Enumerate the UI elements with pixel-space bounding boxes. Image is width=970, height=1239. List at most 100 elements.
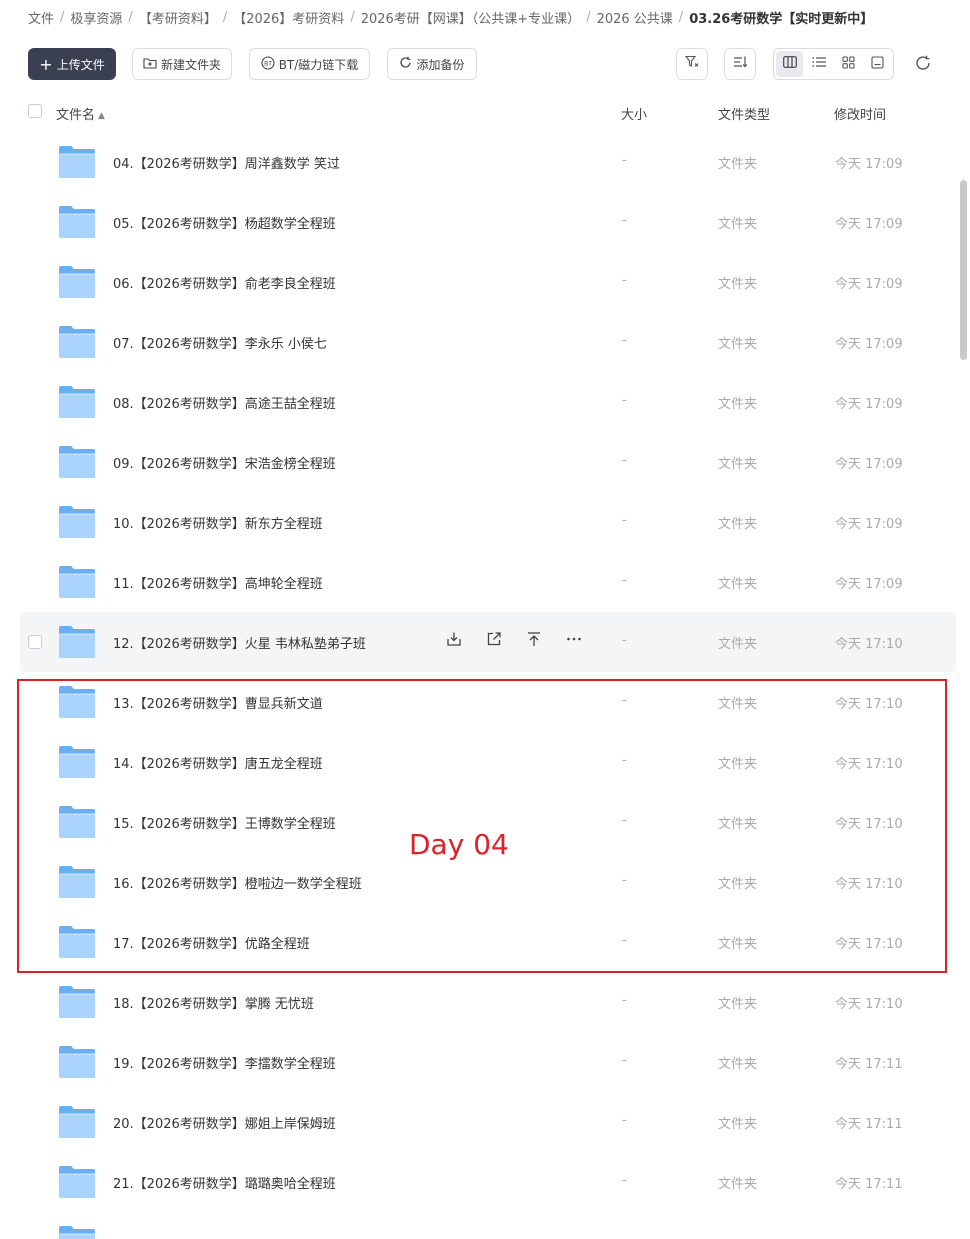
folder-icon bbox=[58, 865, 96, 899]
table-row[interactable]: 17.【2026考研数学】优路全程班 - 文件夹 今天 17:10 bbox=[20, 912, 956, 972]
table-row[interactable]: 19.【2026考研数学】李擂数学全程班 - 文件夹 今天 17:11 bbox=[20, 1032, 956, 1092]
file-size: - bbox=[622, 513, 627, 528]
file-type: 文件夹 bbox=[718, 577, 758, 592]
column-header-size[interactable]: 大小 bbox=[621, 104, 647, 123]
file-name[interactable]: 07.【2026考研数学】李永乐 小侯七 bbox=[113, 333, 327, 352]
vertical-scrollbar[interactable] bbox=[960, 180, 967, 360]
file-size: - bbox=[622, 873, 627, 888]
refresh-button[interactable] bbox=[910, 52, 936, 78]
file-name[interactable]: 05.【2026考研数学】杨超数学全程班 bbox=[113, 213, 336, 232]
file-name[interactable]: 13.【2026考研数学】曹显兵新文道 bbox=[113, 693, 323, 712]
column-view-button[interactable] bbox=[776, 51, 804, 77]
file-name[interactable]: 14.【2026考研数学】唐五龙全程班 bbox=[113, 753, 323, 772]
table-row[interactable]: 09.【2026考研数学】宋浩金榜全程班 - 文件夹 今天 17:09 bbox=[20, 432, 956, 492]
upload-button[interactable]: + 上传文件 bbox=[28, 48, 116, 80]
filter-button[interactable] bbox=[676, 48, 708, 80]
file-mtime: 今天 17:10 bbox=[835, 757, 903, 772]
annotation-label: Day 04 bbox=[409, 828, 509, 861]
row-checkbox[interactable] bbox=[28, 635, 42, 649]
table-row[interactable]: 21.【2026考研数学】璐璐奥哈全程班 - 文件夹 今天 17:11 bbox=[20, 1152, 956, 1212]
preview-view-icon bbox=[871, 55, 884, 73]
sort-button[interactable] bbox=[724, 48, 756, 80]
more-icon bbox=[566, 631, 582, 651]
table-row[interactable]: 11.【2026考研数学】高坤轮全程班 - 文件夹 今天 17:09 bbox=[20, 552, 956, 612]
file-type: 文件夹 bbox=[718, 457, 758, 472]
table-row-partial[interactable] bbox=[20, 1212, 956, 1239]
bt-magnet-download-button[interactable]: BT BT/磁力链下载 bbox=[249, 48, 370, 80]
breadcrumb-item-jixiang[interactable]: 极享资源 bbox=[70, 8, 122, 27]
grid-view-button[interactable] bbox=[835, 51, 862, 77]
file-name[interactable]: 18.【2026考研数学】掌腾 无忧班 bbox=[113, 993, 314, 1012]
file-mtime: 今天 17:09 bbox=[835, 337, 903, 352]
file-name[interactable]: 11.【2026考研数学】高坤轮全程班 bbox=[113, 573, 323, 592]
table-row[interactable]: 06.【2026考研数学】俞老李良全程班 - 文件夹 今天 17:09 bbox=[20, 252, 956, 312]
file-mtime: 今天 17:09 bbox=[835, 457, 903, 472]
file-name[interactable]: 06.【2026考研数学】俞老李良全程班 bbox=[113, 273, 336, 292]
new-folder-button[interactable]: 新建文件夹 bbox=[132, 48, 232, 80]
file-mtime: 今天 17:09 bbox=[835, 577, 903, 592]
file-name[interactable]: 10.【2026考研数学】新东方全程班 bbox=[113, 513, 323, 532]
file-size: - bbox=[622, 1113, 627, 1128]
file-name[interactable]: 16.【2026考研数学】橙啦边一数学全程班 bbox=[113, 873, 362, 892]
file-name[interactable]: 19.【2026考研数学】李擂数学全程班 bbox=[113, 1053, 336, 1072]
breadcrumb-item-wangke[interactable]: 2026考研【网课】（公共课+专业课） bbox=[361, 8, 580, 27]
file-mtime: 今天 17:10 bbox=[835, 637, 903, 652]
folder-icon bbox=[58, 1105, 96, 1139]
table-row[interactable]: 18.【2026考研数学】掌腾 无忧班 - 文件夹 今天 17:10 bbox=[20, 972, 956, 1032]
table-row[interactable]: 05.【2026考研数学】杨超数学全程班 - 文件夹 今天 17:09 bbox=[20, 192, 956, 252]
select-all-checkbox[interactable] bbox=[28, 104, 42, 118]
pin-top-button[interactable] bbox=[524, 631, 544, 651]
list-view-button[interactable] bbox=[805, 51, 832, 77]
file-mtime: 今天 17:09 bbox=[835, 157, 903, 172]
file-mtime: 今天 17:09 bbox=[835, 517, 903, 532]
file-name[interactable]: 12.【2026考研数学】火星 韦林私塾弟子班 bbox=[113, 633, 366, 652]
file-type: 文件夹 bbox=[718, 1117, 758, 1132]
file-size: - bbox=[622, 333, 627, 348]
table-row[interactable]: 16.【2026考研数学】橙啦边一数学全程班 - 文件夹 今天 17:10 bbox=[20, 852, 956, 912]
file-size: - bbox=[622, 153, 627, 168]
table-row[interactable]: 04.【2026考研数学】周洋鑫数学 笑过 - 文件夹 今天 17:09 bbox=[20, 132, 956, 192]
table-row[interactable]: 13.【2026考研数学】曹显兵新文道 - 文件夹 今天 17:10 bbox=[20, 672, 956, 732]
table-row[interactable]: 07.【2026考研数学】李永乐 小侯七 - 文件夹 今天 17:09 bbox=[20, 312, 956, 372]
file-type: 文件夹 bbox=[718, 997, 758, 1012]
filter-icon bbox=[684, 55, 699, 73]
table-row[interactable]: 20.【2026考研数学】娜姐上岸保姆班 - 文件夹 今天 17:11 bbox=[20, 1092, 956, 1152]
breadcrumb-item-gonggongke[interactable]: 2026 公共课 bbox=[597, 8, 673, 27]
file-size: - bbox=[622, 933, 627, 948]
file-name[interactable]: 09.【2026考研数学】宋浩金榜全程班 bbox=[113, 453, 336, 472]
breadcrumb-item-2026-ziliao[interactable]: 【2026】考研资料 bbox=[233, 8, 344, 27]
column-header-type[interactable]: 文件类型 bbox=[718, 104, 770, 123]
preview-view-button[interactable] bbox=[864, 51, 891, 77]
file-mtime: 今天 17:11 bbox=[835, 1117, 903, 1132]
column-header-mtime[interactable]: 修改时间 bbox=[834, 104, 886, 123]
file-name[interactable]: 04.【2026考研数学】周洋鑫数学 笑过 bbox=[113, 153, 340, 172]
file-name[interactable]: 08.【2026考研数学】高途王喆全程班 bbox=[113, 393, 336, 412]
refresh-icon bbox=[915, 55, 931, 76]
column-header-name[interactable]: 文件名 ▲︎ bbox=[56, 104, 105, 123]
breadcrumb-separator: / bbox=[350, 9, 355, 25]
file-name[interactable]: 21.【2026考研数学】璐璐奥哈全程班 bbox=[113, 1173, 336, 1192]
add-backup-button[interactable]: 添加备份 bbox=[387, 48, 477, 80]
breadcrumb: 文件 / 极享资源 / 【考研资料】 / 【2026】考研资料 / 2026考研… bbox=[28, 7, 873, 27]
table-row[interactable]: 14.【2026考研数学】唐五龙全程班 - 文件夹 今天 17:10 bbox=[20, 732, 956, 792]
file-mtime: 今天 17:11 bbox=[835, 1057, 903, 1072]
file-name[interactable]: 15.【2026考研数学】王博数学全程班 bbox=[113, 813, 336, 832]
file-type: 文件夹 bbox=[718, 817, 758, 832]
file-name[interactable]: 17.【2026考研数学】优路全程班 bbox=[113, 933, 310, 952]
more-button[interactable] bbox=[564, 631, 584, 651]
breadcrumb-separator: / bbox=[128, 9, 133, 25]
table-row[interactable]: 08.【2026考研数学】高途王喆全程班 - 文件夹 今天 17:09 bbox=[20, 372, 956, 432]
list-view-icon bbox=[812, 56, 826, 72]
file-size: - bbox=[622, 453, 627, 468]
file-name[interactable]: 20.【2026考研数学】娜姐上岸保姆班 bbox=[113, 1113, 336, 1132]
table-row[interactable]: 10.【2026考研数学】新东方全程班 - 文件夹 今天 17:09 bbox=[20, 492, 956, 552]
share-button[interactable] bbox=[484, 631, 504, 651]
download-button[interactable] bbox=[444, 631, 464, 651]
breadcrumb-item-files[interactable]: 文件 bbox=[28, 8, 54, 27]
file-size: - bbox=[622, 213, 627, 228]
table-row-hovered[interactable]: 12.【2026考研数学】火星 韦林私塾弟子班 - 文件夹 今天 17:10 bbox=[20, 612, 956, 672]
file-table-header: 文件名 ▲︎ 大小 文件类型 修改时间 bbox=[20, 96, 956, 128]
file-mtime: 今天 17:09 bbox=[835, 397, 903, 412]
breadcrumb-item-kaoyan-ziliao[interactable]: 【考研资料】 bbox=[139, 8, 217, 27]
breadcrumb-separator: / bbox=[678, 9, 684, 25]
